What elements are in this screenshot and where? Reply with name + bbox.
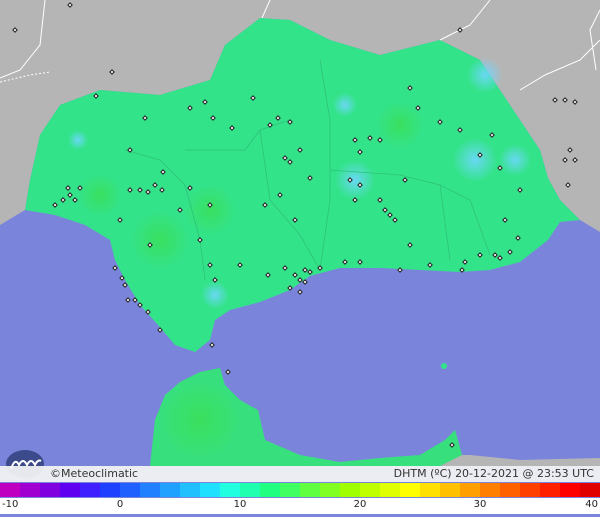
- colorbar-swatch: [20, 483, 40, 497]
- colorbar-swatch: [160, 483, 180, 497]
- colorbar-swatch: [40, 483, 60, 497]
- colorbar-ticks: -10 0 10 20 30 40: [0, 498, 600, 514]
- colorbar-tick-label: 10: [233, 499, 247, 510]
- colorbar-tick-label: 0: [116, 499, 124, 510]
- colorbar-swatch: [300, 483, 320, 497]
- colorbar-swatch: [580, 483, 600, 497]
- colorbar-swatch: [520, 483, 540, 497]
- colorbar-swatch: [460, 483, 480, 497]
- product-datetime: 20-12-2021 @ 23:53 UTC: [455, 467, 594, 480]
- colorbar-swatch: [60, 483, 80, 497]
- colorbar-swatch: [80, 483, 100, 497]
- alboran-island: [441, 363, 447, 369]
- colorbar-swatch: [420, 483, 440, 497]
- colorbar-swatch: [200, 483, 220, 497]
- temperature-map: [0, 0, 600, 517]
- colorbar-swatch: [180, 483, 200, 497]
- colorbar-swatch: [320, 483, 340, 497]
- colorbar-swatch: [480, 483, 500, 497]
- colorbar-swatch: [220, 483, 240, 497]
- colorbar-swatch: [340, 483, 360, 497]
- colorbar-swatch: [360, 483, 380, 497]
- colorbar-swatch: [240, 483, 260, 497]
- colorbar-swatch: [260, 483, 280, 497]
- colorbar-swatch: [100, 483, 120, 497]
- colorbar-tick-label: 20: [353, 499, 367, 510]
- colorbar-tick-label: 30: [473, 499, 487, 510]
- colorbar-swatch: [280, 483, 300, 497]
- temperature-colorbar: [0, 483, 600, 497]
- colorbar-swatch: [120, 483, 140, 497]
- colorbar-swatch: [560, 483, 580, 497]
- colorbar-tick-label: 40: [585, 499, 598, 510]
- colorbar-swatch: [140, 483, 160, 497]
- colorbar-swatch: [540, 483, 560, 497]
- product-label: DHTM (ºC): [393, 467, 452, 480]
- colorbar-swatch: [380, 483, 400, 497]
- colorbar-swatch: [440, 483, 460, 497]
- colorbar-tick-label: -10: [2, 499, 19, 510]
- colorbar-swatch: [500, 483, 520, 497]
- product-info: DHTM (ºC) 20-12-2021 @ 23:53 UTC: [394, 467, 594, 481]
- colorbar-swatch: [400, 483, 420, 497]
- brand-name: ©Meteoclimatic: [50, 467, 139, 480]
- colorbar-swatch: [0, 483, 20, 497]
